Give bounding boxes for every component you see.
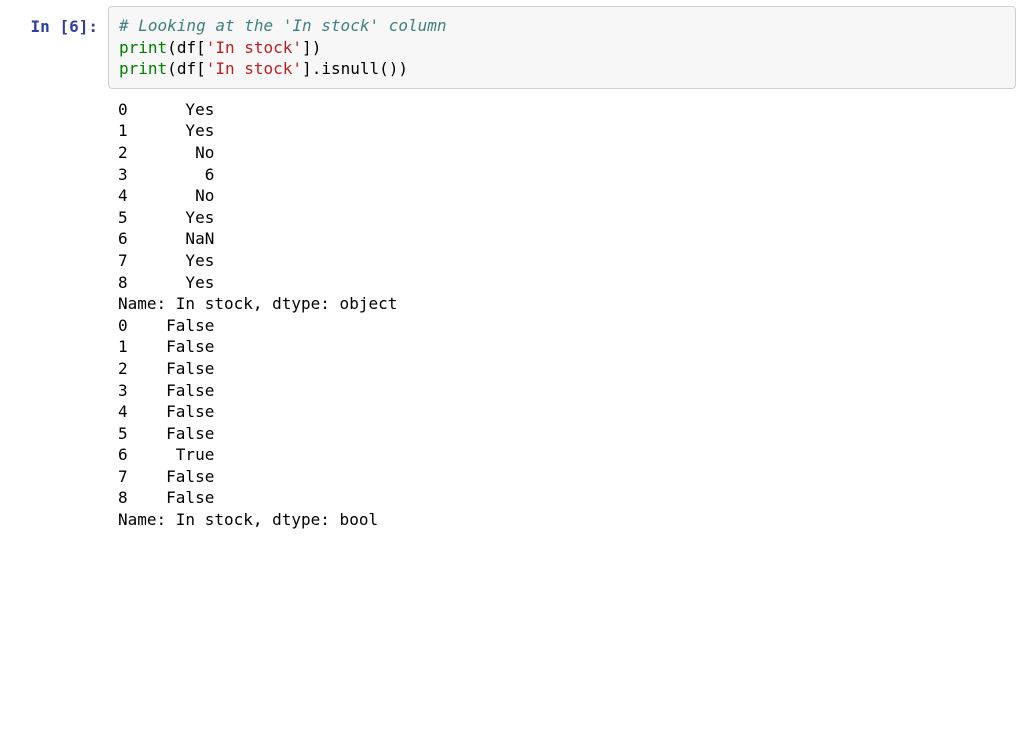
output-row: 6 NaN xyxy=(118,228,1016,250)
output-row: 2 False xyxy=(118,358,1016,380)
code-punct: [ xyxy=(196,59,206,78)
bracket-close: ]: xyxy=(79,17,98,36)
code-punct: ( xyxy=(167,59,177,78)
code-string: 'In stock' xyxy=(206,38,302,57)
notebook-cell: In [6]: # Looking at the 'In stock' colu… xyxy=(0,0,1024,551)
code-string: 'In stock' xyxy=(206,59,302,78)
code-punct: () xyxy=(379,59,398,78)
input-prompt: In [6]: xyxy=(8,6,108,38)
code-ident: isnull xyxy=(321,59,379,78)
code-punct: ( xyxy=(167,38,177,57)
code-punct: ) xyxy=(312,38,322,57)
output-footer: Name: In stock, dtype: object xyxy=(118,293,1016,315)
output-row: 7 False xyxy=(118,466,1016,488)
bracket-open: [ xyxy=(59,17,69,36)
code-punct: ] xyxy=(302,59,312,78)
output-row: 3 6 xyxy=(118,164,1016,186)
output-row: 7 Yes xyxy=(118,250,1016,272)
output-row: 5 False xyxy=(118,423,1016,445)
code-ident: df xyxy=(177,59,196,78)
code-comment: # Looking at the 'In stock' column xyxy=(119,16,447,35)
output-row: 3 False xyxy=(118,380,1016,402)
output-row: 4 False xyxy=(118,401,1016,423)
output-row: 2 No xyxy=(118,142,1016,164)
cell-body: # Looking at the 'In stock' columnprint(… xyxy=(108,6,1016,531)
code-builtin: print xyxy=(119,38,167,57)
exec-count: 6 xyxy=(69,17,79,36)
output-row: 5 Yes xyxy=(118,207,1016,229)
code-punct: . xyxy=(312,59,322,78)
output-row: 8 Yes xyxy=(118,272,1016,294)
code-input[interactable]: # Looking at the 'In stock' columnprint(… xyxy=(108,6,1016,89)
code-punct: ] xyxy=(302,38,312,57)
output-row: 0 Yes xyxy=(118,99,1016,121)
code-builtin: print xyxy=(119,59,167,78)
output-row: 0 False xyxy=(118,315,1016,337)
code-ident: df xyxy=(177,38,196,57)
output-row: 8 False xyxy=(118,487,1016,509)
output-row: 1 False xyxy=(118,336,1016,358)
output-row: 6 True xyxy=(118,444,1016,466)
output-footer: Name: In stock, dtype: bool xyxy=(118,509,1016,531)
code-output: 0 Yes1 Yes2 No3 64 No5 Yes6 NaN7 Yes8 Ye… xyxy=(108,89,1016,531)
output-row: 1 Yes xyxy=(118,120,1016,142)
code-punct: [ xyxy=(196,38,206,57)
code-punct: ) xyxy=(398,59,408,78)
output-row: 4 No xyxy=(118,185,1016,207)
in-label: In xyxy=(31,17,60,36)
